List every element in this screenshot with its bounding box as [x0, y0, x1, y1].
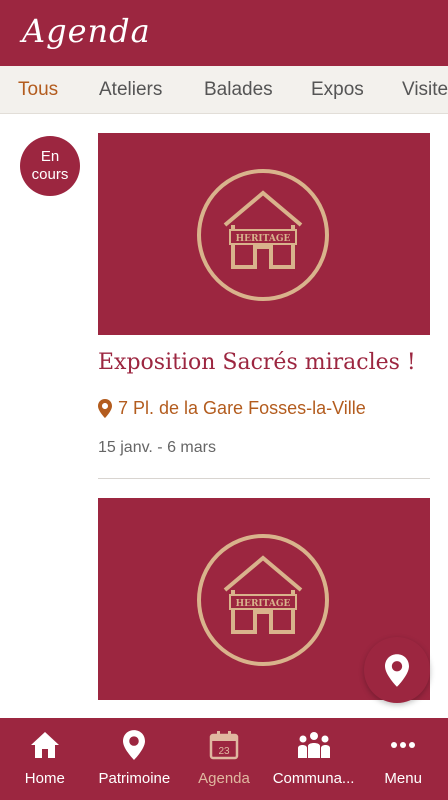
location-pin-icon — [98, 399, 112, 418]
tab-expos[interactable]: Expos — [311, 79, 364, 101]
event-location-text: 7 Pl. de la Gare Fosses-la-Ville — [118, 398, 366, 418]
event-image[interactable]: HERITAGE — [98, 133, 430, 335]
community-icon — [297, 728, 331, 762]
nav-label-agenda: Agenda — [198, 770, 250, 787]
nav-label-home: Home — [24, 770, 65, 787]
tab-balades[interactable]: Balades — [204, 79, 273, 101]
event-location: 7 Pl. de la Gare Fosses-la-Ville — [98, 398, 366, 419]
heritage-logo-text: HERITAGE — [236, 599, 291, 609]
nav-patrimoine[interactable]: Patrimoine — [90, 718, 180, 800]
tab-tous[interactable]: Tous — [18, 79, 58, 101]
nav-label-patrimoine: Patrimoine — [98, 770, 171, 787]
nav-label-communaute: Communa... — [272, 770, 355, 787]
event-title[interactable]: Exposition Sacrés miracles ! — [98, 350, 416, 375]
nav-home[interactable]: Home — [0, 718, 90, 800]
map-view-button[interactable] — [364, 637, 430, 703]
nav-communaute[interactable]: Communa... — [269, 718, 359, 800]
heritage-logo-icon: HERITAGE — [197, 169, 329, 301]
nav-agenda[interactable]: 23 Agenda — [179, 718, 269, 800]
category-tabs: Tous Ateliers Balades Expos Visites — [0, 66, 448, 114]
app-header: Agenda — [0, 0, 448, 66]
bottom-navigation: Home Patrimoine 23 Agenda Communa... Men… — [0, 718, 448, 800]
nav-menu[interactable]: Menu — [358, 718, 448, 800]
calendar-icon: 23 — [209, 728, 239, 762]
status-badge: En cours — [20, 136, 80, 196]
home-icon — [30, 728, 60, 762]
heritage-logo-text: HERITAGE — [236, 234, 291, 244]
calendar-day: 23 — [218, 746, 230, 757]
status-line-2: cours — [31, 166, 69, 183]
tab-ateliers[interactable]: Ateliers — [99, 79, 162, 101]
more-dots-icon — [388, 728, 418, 762]
heritage-logo-icon: HERITAGE — [197, 534, 329, 666]
status-line-1: En — [40, 148, 60, 165]
divider — [98, 478, 430, 479]
page-title: Agenda — [22, 12, 151, 50]
event-dates: 15 janv. - 6 mars — [98, 439, 216, 456]
tab-visites[interactable]: Visites — [402, 79, 448, 101]
map-pin-icon — [385, 653, 409, 687]
map-pin-icon — [123, 728, 146, 762]
nav-label-menu: Menu — [384, 770, 422, 787]
event-list: En cours HERITAGE Exposition Sacrés mira… — [0, 114, 448, 718]
